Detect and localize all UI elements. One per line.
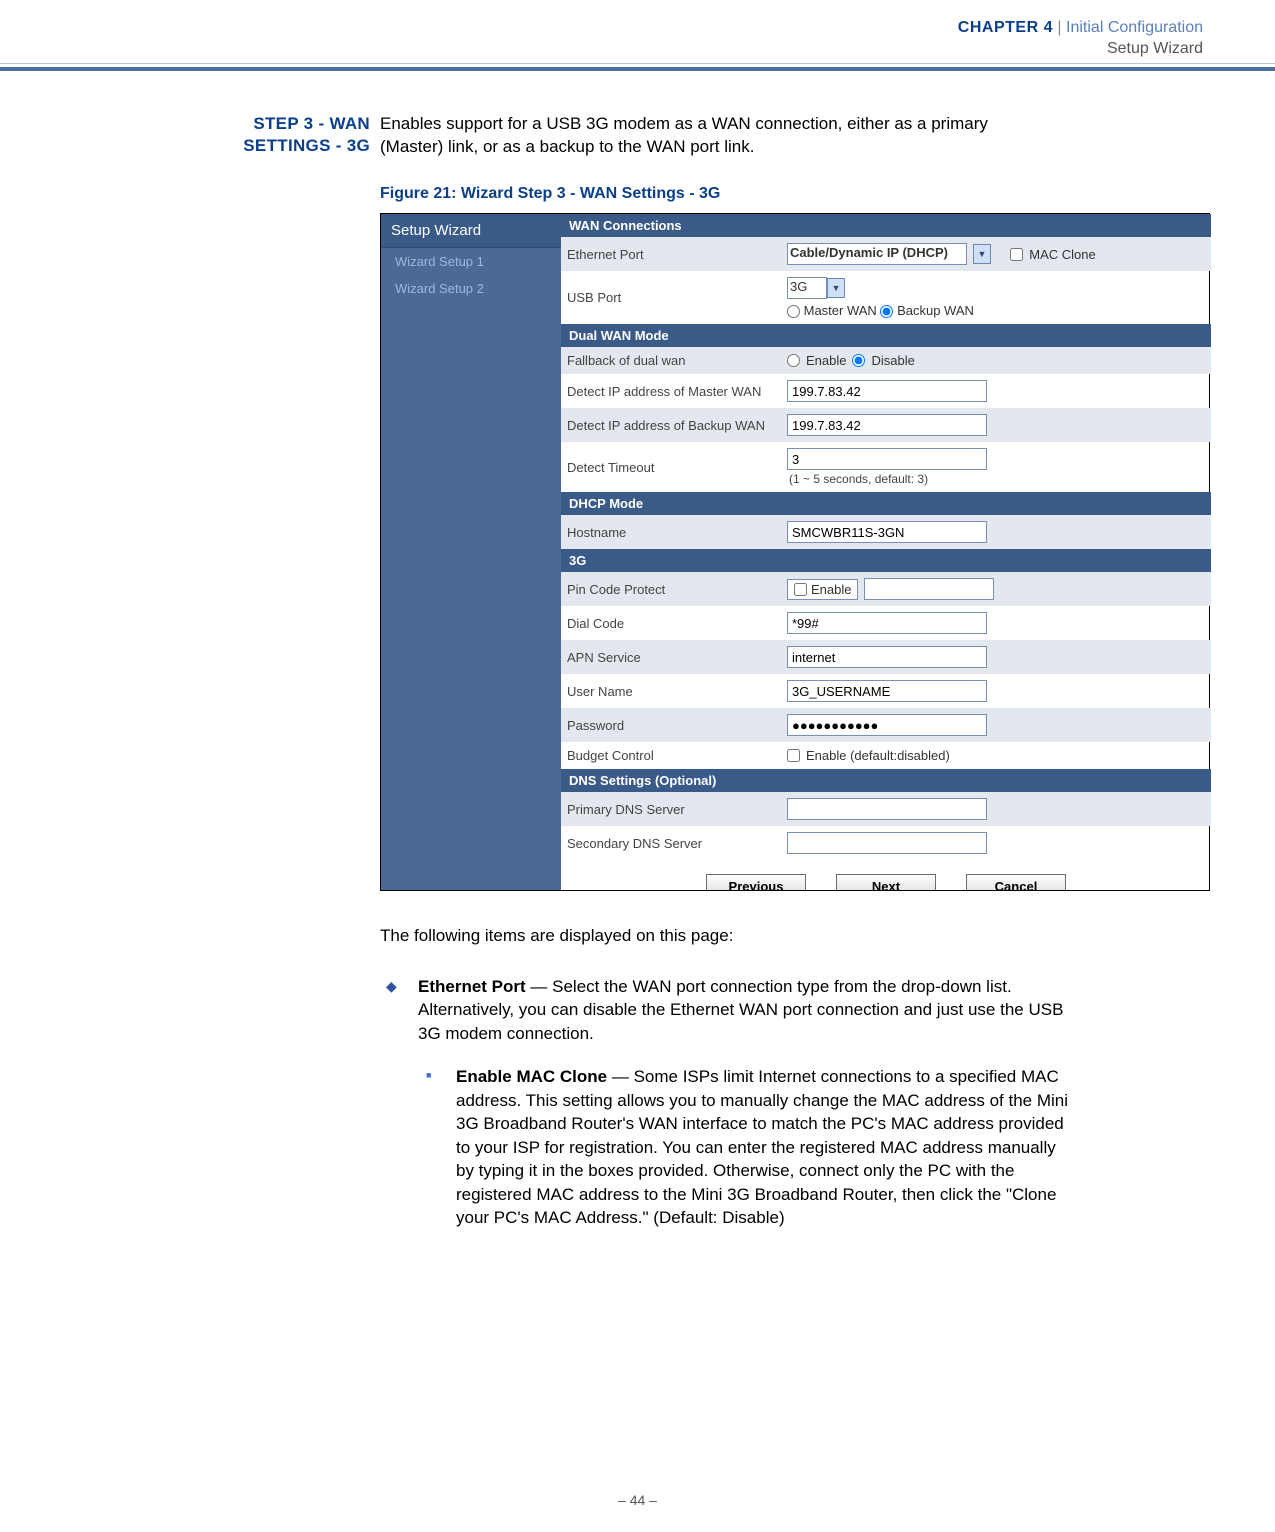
- primary-dns-input[interactable]: [787, 798, 987, 820]
- step-heading-line1: STEP 3 - WAN: [253, 114, 370, 133]
- step-heading: STEP 3 - WAN SETTINGS - 3G: [195, 113, 370, 157]
- g3-header: 3G: [561, 549, 1211, 572]
- pass-label: Password: [567, 718, 787, 733]
- wizard-sidebar: Setup Wizard Wizard Setup 1 Wizard Setup…: [381, 214, 561, 890]
- backup-wan-label: Backup WAN: [897, 303, 974, 318]
- previous-button[interactable]: Previous: [706, 874, 806, 890]
- fallback-disable-radio[interactable]: [852, 354, 865, 367]
- budget-enable-checkbox[interactable]: [787, 749, 800, 762]
- budget-row: Budget Control Enable (default:disabled): [561, 742, 1211, 769]
- pipe: |: [1057, 19, 1061, 36]
- enable-label: Enable: [806, 353, 846, 368]
- ethernet-port-row: Ethernet Port Cable/Dynamic IP (DHCP) ▼ M…: [561, 237, 1211, 271]
- dial-row: Dial Code: [561, 606, 1211, 640]
- secondary-dns-row: Secondary DNS Server: [561, 826, 1211, 860]
- page-header: CHAPTER 4 | Initial Configuration Setup …: [0, 0, 1275, 60]
- dns-header: DNS Settings (Optional): [561, 769, 1211, 792]
- master-wan-radio[interactable]: [787, 305, 800, 318]
- pass-input[interactable]: [787, 714, 987, 736]
- bullet-ethernet-title: Ethernet Port: [418, 977, 526, 996]
- next-button[interactable]: Next: [836, 874, 936, 890]
- primary-dns-label: Primary DNS Server: [567, 802, 787, 817]
- usb-port-row: USB Port 3G▼ Master WAN Backup WAN: [561, 271, 1211, 324]
- budget-hint: Enable (default:disabled): [806, 748, 950, 763]
- fallback-label: Fallback of dual wan: [567, 353, 787, 368]
- chevron-down-icon[interactable]: ▼: [973, 244, 991, 264]
- user-label: User Name: [567, 684, 787, 699]
- apn-label: APN Service: [567, 650, 787, 665]
- header-rule-thin: [0, 63, 1275, 64]
- wizard-sidebar-title: Setup Wizard: [381, 214, 561, 248]
- hostname-label: Hostname: [567, 525, 787, 540]
- bullet-list: Ethernet Port — Select the WAN port conn…: [380, 961, 1068, 1230]
- chevron-down-icon[interactable]: ▼: [827, 278, 845, 298]
- pin-enable-checkbox[interactable]: [794, 583, 807, 596]
- usb-port-select[interactable]: 3G: [787, 277, 827, 299]
- dial-input[interactable]: [787, 612, 987, 634]
- master-wan-label: Master WAN: [804, 303, 877, 318]
- detect-timeout-input[interactable]: [787, 448, 987, 470]
- pin-label: Pin Code Protect: [567, 582, 787, 597]
- page-number: – 44 –: [0, 1492, 1275, 1508]
- wizard-sidebar-item-1[interactable]: Wizard Setup 1: [381, 248, 561, 275]
- intro-paragraph: Enables support for a USB 3G modem as a …: [380, 113, 1050, 159]
- wan-connections-header: WAN Connections: [561, 214, 1211, 237]
- cancel-button[interactable]: Cancel: [966, 874, 1066, 890]
- detect-master-label: Detect IP address of Master WAN: [567, 384, 787, 399]
- wizard-buttons: Previous Next Cancel: [561, 860, 1211, 890]
- detect-timeout-label: Detect Timeout: [567, 460, 787, 475]
- user-row: User Name: [561, 674, 1211, 708]
- chapter-label: CHAPTER 4: [958, 19, 1053, 36]
- detect-timeout-hint: (1 ~ 5 seconds, default: 3): [789, 472, 928, 486]
- ethernet-port-label: Ethernet Port: [567, 247, 787, 262]
- detect-master-row: Detect IP address of Master WAN: [561, 374, 1211, 408]
- hostname-input[interactable]: [787, 521, 987, 543]
- backup-wan-radio[interactable]: [880, 305, 893, 318]
- pass-row: Password: [561, 708, 1211, 742]
- post-paragraph: The following items are displayed on thi…: [380, 925, 1060, 948]
- detect-backup-row: Detect IP address of Backup WAN: [561, 408, 1211, 442]
- wizard-screenshot: Setup Wizard Wizard Setup 1 Wizard Setup…: [380, 213, 1210, 891]
- detect-backup-input[interactable]: [787, 414, 987, 436]
- dial-label: Dial Code: [567, 616, 787, 631]
- detect-backup-label: Detect IP address of Backup WAN: [567, 418, 787, 433]
- apn-input[interactable]: [787, 646, 987, 668]
- fallback-row: Fallback of dual wan Enable Disable: [561, 347, 1211, 374]
- fallback-enable-radio[interactable]: [787, 354, 800, 367]
- mac-clone-label: MAC Clone: [1029, 247, 1095, 262]
- bullet-mac-clone-title: Enable MAC Clone: [456, 1067, 607, 1086]
- detect-master-input[interactable]: [787, 380, 987, 402]
- secondary-dns-input[interactable]: [787, 832, 987, 854]
- ethernet-port-select[interactable]: Cable/Dynamic IP (DHCP): [787, 243, 967, 265]
- pin-row: Pin Code Protect Enable: [561, 572, 1211, 606]
- bullet-mac-clone-text: — Some ISPs limit Internet connections t…: [456, 1067, 1068, 1227]
- user-input[interactable]: [787, 680, 987, 702]
- detect-timeout-row: Detect Timeout (1 ~ 5 seconds, default: …: [561, 442, 1211, 492]
- wizard-main: WAN Connections Ethernet Port Cable/Dyna…: [561, 214, 1211, 890]
- dual-wan-header: Dual WAN Mode: [561, 324, 1211, 347]
- figure-caption: Figure 21: Wizard Step 3 - WAN Settings …: [380, 185, 720, 203]
- pin-input[interactable]: [864, 578, 994, 600]
- hostname-row: Hostname: [561, 515, 1211, 549]
- budget-label: Budget Control: [567, 748, 787, 763]
- header-rule-thick: [0, 67, 1275, 71]
- disable-label: Disable: [871, 353, 914, 368]
- header-subtitle: Setup Wizard: [1107, 40, 1203, 57]
- secondary-dns-label: Secondary DNS Server: [567, 836, 787, 851]
- mac-clone-checkbox[interactable]: [1010, 248, 1023, 261]
- bullet-mac-clone: Enable MAC Clone — Some ISPs limit Inter…: [380, 1065, 1068, 1229]
- bullet-ethernet: Ethernet Port — Select the WAN port conn…: [380, 975, 1068, 1045]
- step-heading-line2: SETTINGS - 3G: [243, 136, 370, 155]
- primary-dns-row: Primary DNS Server: [561, 792, 1211, 826]
- pin-enable-label: Enable: [811, 582, 851, 597]
- wizard-sidebar-item-2[interactable]: Wizard Setup 2: [381, 275, 561, 302]
- usb-port-label: USB Port: [567, 290, 787, 305]
- header-title: Initial Configuration: [1066, 19, 1203, 36]
- dhcp-header: DHCP Mode: [561, 492, 1211, 515]
- apn-row: APN Service: [561, 640, 1211, 674]
